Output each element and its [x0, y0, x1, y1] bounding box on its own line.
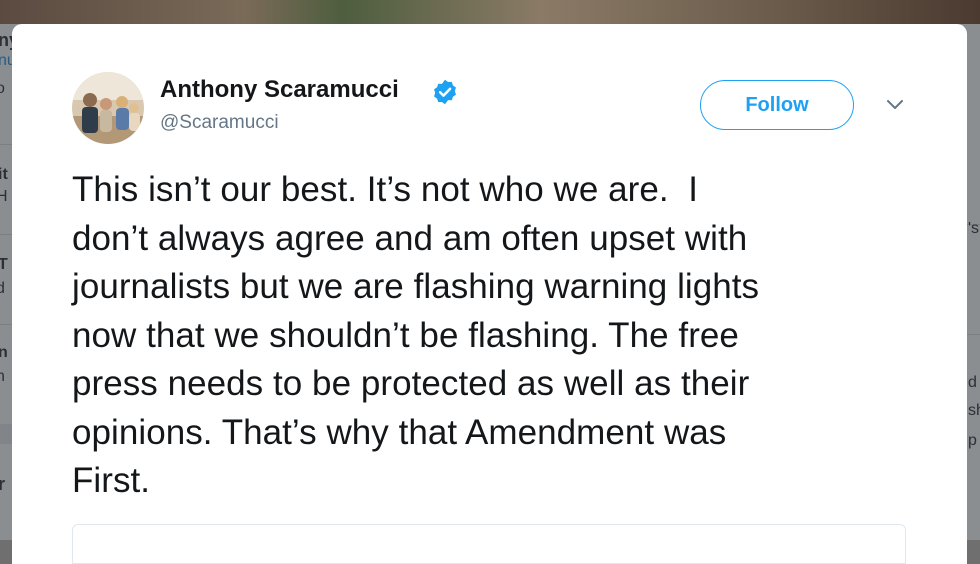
- background-text-fragment: d: [968, 374, 977, 391]
- background-text-fragment: H: [0, 188, 8, 205]
- background-header-image: [0, 0, 980, 24]
- author-display-name[interactable]: Anthony Scaramucci: [160, 76, 399, 104]
- background-text-fragment: sh: [968, 402, 980, 419]
- follow-button[interactable]: Follow: [700, 80, 854, 130]
- background-text-fragment: it: [0, 166, 8, 183]
- background-text-fragment: p: [968, 432, 977, 449]
- background-text-fragment: d: [0, 280, 5, 297]
- background-text-fragment: 's: [968, 220, 980, 237]
- background-text-fragment: T: [0, 256, 8, 273]
- background-text-fragment: n: [0, 344, 8, 361]
- background-text-fragment: n: [0, 368, 5, 385]
- link-card-preview[interactable]: [72, 524, 906, 564]
- chevron-down-icon[interactable]: [884, 96, 906, 112]
- avatar-photo: [72, 72, 144, 144]
- avatar[interactable]: [72, 72, 144, 144]
- background-text-fragment: r: [0, 474, 6, 494]
- author-handle[interactable]: @Scaramucci: [160, 112, 279, 134]
- tweet-text: This isn’t our best. It’s not who we are…: [72, 170, 760, 500]
- verified-badge-icon: [434, 79, 456, 105]
- background-text-fragment: o: [0, 80, 5, 97]
